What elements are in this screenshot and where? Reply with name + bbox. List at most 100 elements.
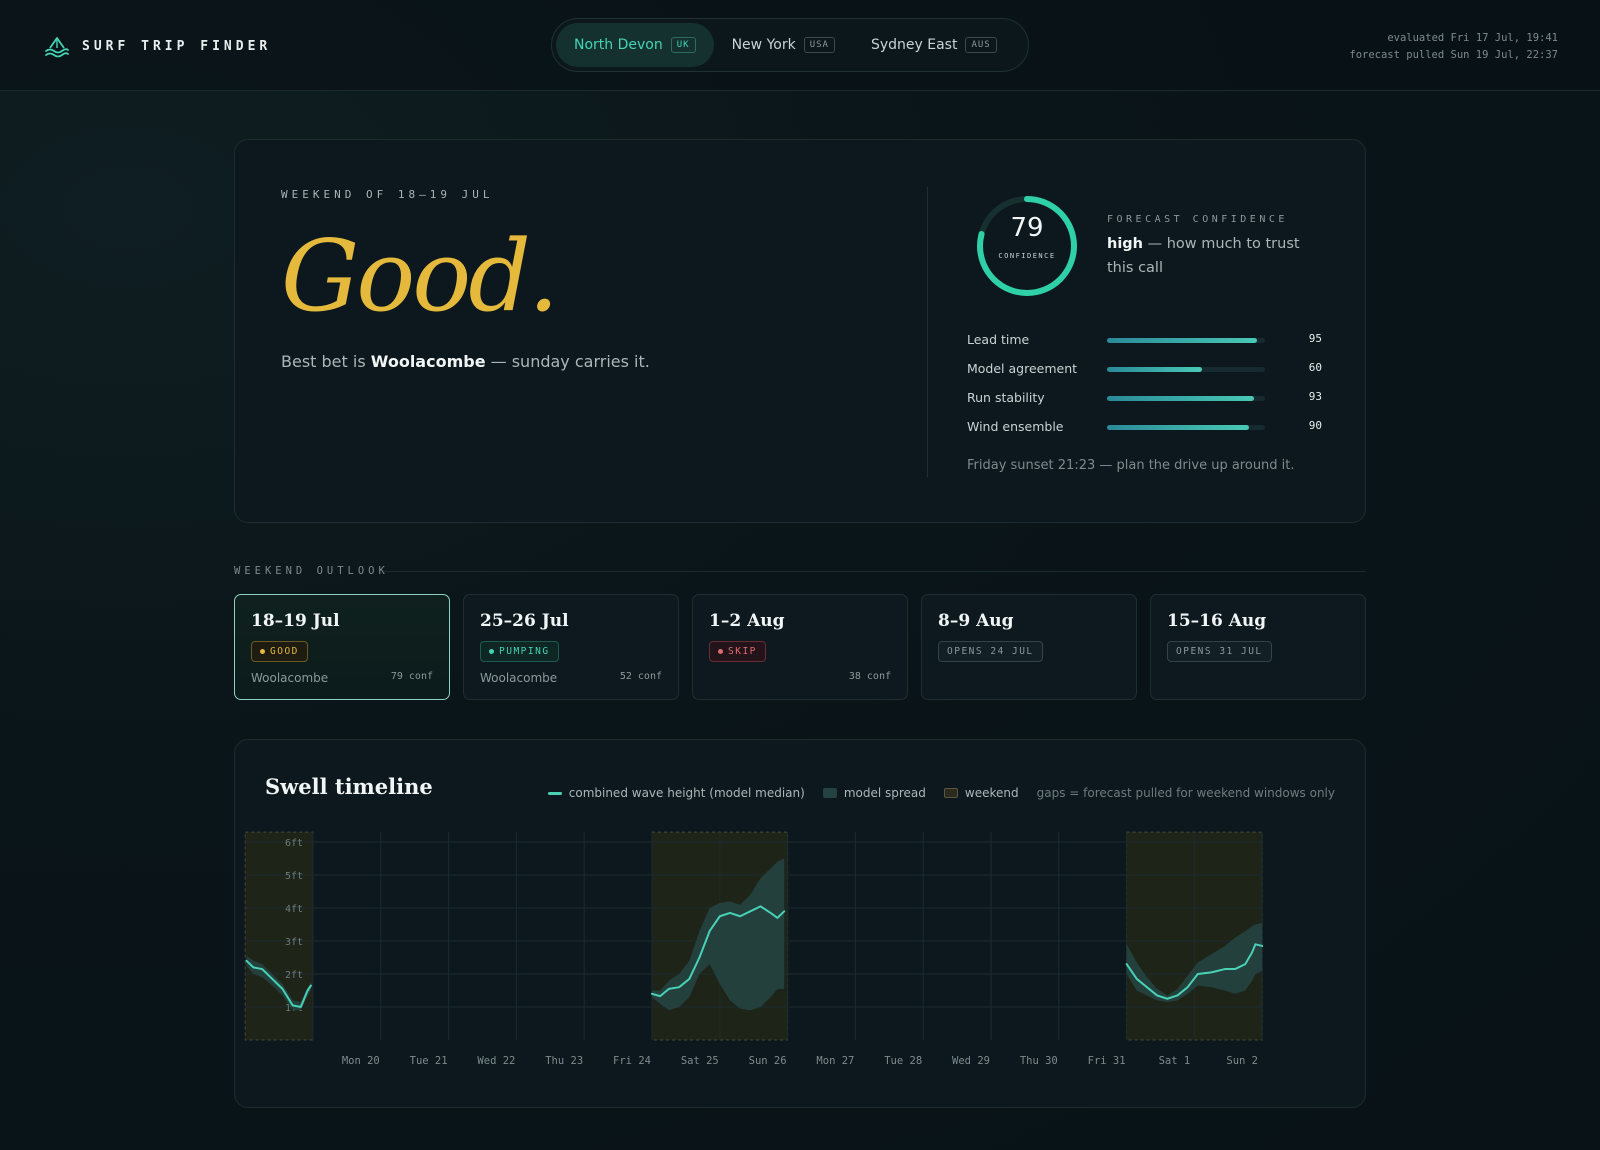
section-title: WEEKEND OUTLOOK (234, 565, 389, 577)
status-dot-icon (718, 649, 723, 654)
metric-value: 60 (1308, 361, 1322, 374)
x-tick-label: Sun 2 (1226, 1055, 1258, 1067)
metric-value: 90 (1308, 419, 1322, 432)
status-label: OPENS 24 JUL (947, 646, 1034, 657)
weekend-outlook-header: WEEKEND OUTLOOK (234, 565, 1366, 579)
x-tick-label: Sat 25 (681, 1055, 719, 1067)
metric-bar (1107, 367, 1265, 372)
x-tick-label: Fri 24 (613, 1055, 651, 1067)
status-badge: OPENS 24 JUL (938, 641, 1043, 662)
metric-run-stability: Run stability 93 (967, 388, 1322, 408)
tab-label: New York (731, 37, 796, 53)
metric-lead-time: Lead time 95 (967, 330, 1322, 350)
status-label: GOOD (270, 646, 299, 657)
metric-name: Wind ensemble (967, 419, 1064, 434)
status-badge: PUMPING (480, 641, 559, 662)
weekend-card-18-19-jul[interactable]: 18–19 Jul GOOD Woolacombe 79 conf (234, 594, 450, 700)
confidence-ring (977, 196, 1077, 296)
verdict-card: WEEKEND OF 18–19 JUL Good. Best bet is W… (234, 139, 1366, 523)
status-badge: SKIP (709, 641, 766, 662)
confidence-level: high (1107, 236, 1143, 252)
y-tick-label: 6ft (285, 838, 303, 849)
y-tick-label: 2ft (285, 970, 303, 981)
weekend-spot: Woolacombe (480, 671, 558, 685)
y-tick-label: 4ft (285, 904, 303, 915)
weekend-card-8-9-aug[interactable]: 8–9 Aug OPENS 24 JUL (921, 594, 1137, 700)
x-tick-label: Wed 29 (952, 1055, 990, 1067)
forecast-confidence-text: high — how much to trust this call (1107, 232, 1317, 280)
metric-name: Lead time (967, 332, 1030, 347)
best-bet-prefix: Best bet is (281, 352, 371, 371)
tab-sydney-east[interactable]: Sydney East AUS (853, 23, 1015, 67)
divider (384, 571, 1366, 572)
tab-country-code: USA (803, 37, 835, 53)
x-tick-label: Tue 21 (410, 1055, 448, 1067)
x-tick-label: Fri 31 (1088, 1055, 1126, 1067)
metric-bar-fill (1107, 367, 1202, 372)
status-dot-icon (260, 649, 265, 654)
x-tick-label: Wed 22 (477, 1055, 515, 1067)
tab-country-code: AUS (965, 37, 997, 53)
weekend-dates: 1–2 Aug (709, 611, 785, 631)
status-dot-icon (489, 649, 494, 654)
app-title: SURF TRIP FINDER (82, 38, 272, 54)
brand[interactable]: SURF TRIP FINDER (44, 34, 271, 58)
tab-new-york[interactable]: New York USA (714, 23, 853, 67)
y-tick-label: 5ft (285, 871, 303, 882)
weekend-spot: Woolacombe (251, 671, 329, 685)
confidence-ring-label: CONFIDENCE (998, 252, 1056, 260)
weekend-confidence: 79 conf (390, 671, 433, 682)
metric-bar (1107, 396, 1265, 401)
weekend-confidence: 52 conf (619, 671, 662, 682)
x-tick-label: Mon 20 (342, 1055, 380, 1067)
x-tick-label: Thu 30 (1020, 1055, 1058, 1067)
metric-model-agreement: Model agreement 60 (967, 359, 1322, 379)
metric-name: Model agreement (967, 361, 1078, 376)
metric-name: Run stability (967, 390, 1045, 405)
metric-bar (1107, 425, 1265, 430)
metric-value: 93 (1308, 390, 1322, 403)
wave-logo-icon (45, 37, 69, 58)
weekend-card-25-26-jul[interactable]: 25–26 Jul PUMPING Woolacombe 52 conf (463, 594, 679, 700)
metric-bar-fill (1107, 425, 1250, 430)
weekend-dates: 8–9 Aug (938, 611, 1014, 631)
best-bet-suffix: — sunday carries it. (485, 352, 650, 371)
status-label: SKIP (728, 646, 757, 657)
divider (927, 187, 928, 477)
x-tick-label: Tue 28 (884, 1055, 922, 1067)
confidence-value: 79 (1010, 213, 1044, 243)
x-tick-label: Sat 1 (1159, 1055, 1191, 1067)
weekend-dates: 15–16 Aug (1167, 611, 1267, 631)
x-tick-label: Thu 23 (545, 1055, 583, 1067)
metric-bar-fill (1107, 396, 1254, 401)
tab-label: North Devon (574, 37, 663, 53)
weekend-dates: 18–19 Jul (251, 611, 340, 631)
metric-bar-fill (1107, 338, 1258, 343)
swell-timeline-card: Swell timeline combined wave height (mod… (234, 739, 1366, 1108)
x-tick-label: Mon 27 (816, 1055, 854, 1067)
metric-value: 95 (1308, 332, 1322, 345)
metric-wind-ensemble: Wind ensemble 90 (967, 417, 1322, 437)
status-label: PUMPING (499, 646, 550, 657)
weekend-label: WEEKEND OF 18–19 JUL (281, 188, 494, 201)
verdict-headline: Good. (281, 220, 559, 334)
x-tick-label: Sun 26 (749, 1055, 787, 1067)
status-label: OPENS 31 JUL (1176, 646, 1263, 657)
status-badge: OPENS 31 JUL (1167, 641, 1272, 662)
weekend-card-15-16-aug[interactable]: 15–16 Aug OPENS 31 JUL (1150, 594, 1366, 700)
evaluated-timestamp: evaluated Fri 17 Jul, 19:41 (1387, 32, 1558, 44)
weekend-card-1-2-aug[interactable]: 1–2 Aug SKIP 38 conf (692, 594, 908, 700)
metric-bar (1107, 338, 1265, 343)
best-bet-text: Best bet is Woolacombe — sunday carries … (281, 352, 650, 371)
y-tick-label: 3ft (285, 937, 303, 948)
evaluation-meta: evaluated Fri 17 Jul, 19:41 forecast pul… (1349, 30, 1558, 64)
weekend-dates: 25–26 Jul (480, 611, 569, 631)
sunset-note: Friday sunset 21:23 — plan the drive up … (967, 458, 1295, 473)
weekend-confidence: 38 conf (848, 671, 891, 682)
status-badge: GOOD (251, 641, 308, 662)
tab-country-code: UK (670, 37, 696, 53)
top-bar: SURF TRIP FINDER North Devon UK New York… (0, 0, 1600, 91)
tab-north-devon[interactable]: North Devon UK (556, 23, 714, 67)
location-tabs: North Devon UK New York USA Sydney East … (551, 18, 1029, 72)
best-bet-spot: Woolacombe (370, 352, 486, 371)
